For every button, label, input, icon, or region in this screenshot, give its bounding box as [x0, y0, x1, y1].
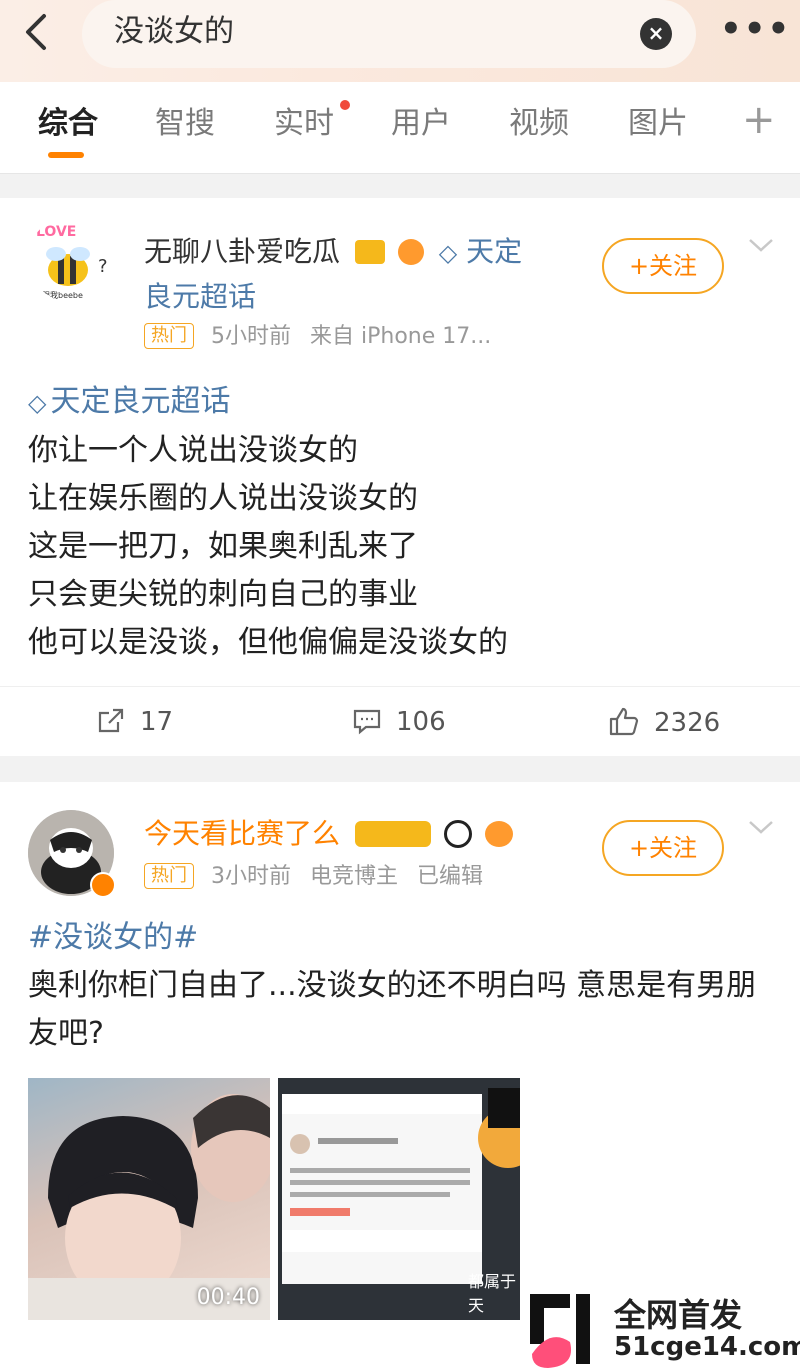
emoji-icon [397, 239, 424, 265]
top-bar: 没谈女的 × ••• [0, 0, 800, 82]
post-meta: 热门 3小时前 电竞博主 已编辑 [144, 862, 483, 892]
crown-icon [354, 240, 385, 264]
video-frame-image [28, 1094, 270, 1320]
follow-button[interactable]: +关注 [602, 820, 724, 876]
content-line: 这是一把刀，如果奥利乱来了 [28, 529, 418, 564]
diamond-icon: ◇ [28, 389, 47, 417]
post-actions: 17 106 2326 [0, 686, 800, 756]
emoji-icon [484, 821, 513, 847]
repost-button[interactable]: 17 [96, 705, 173, 739]
comment-icon [353, 709, 381, 735]
supertopic-link[interactable]: ◇ 天定良元超话 [28, 378, 772, 427]
post-card: ? LOVE 在跟我beebe 无聊八卦爱吃瓜 ◇ 天定良元超话 热门 5小时前… [0, 198, 800, 756]
repost-icon [98, 708, 124, 733]
svg-text:在跟我beebe: 在跟我beebe [34, 290, 83, 300]
author-name[interactable]: 今天看比赛了么 [144, 817, 340, 850]
video-duration: 00:40 [196, 1285, 260, 1310]
chevron-down-icon[interactable] [746, 236, 776, 256]
content-line: 让在娱乐圈的人说出没谈女的 [28, 481, 418, 516]
post-source: 来自 iPhone 17... [310, 324, 492, 349]
back-icon[interactable] [14, 10, 58, 54]
chevron-down-icon[interactable] [746, 818, 776, 838]
search-query[interactable]: 没谈女的 [114, 12, 234, 52]
edited-label: 已编辑 [417, 864, 484, 889]
svg-text:?: ? [98, 256, 108, 277]
like-count: 2326 [654, 708, 721, 738]
svg-text:LOVE: LOVE [36, 224, 76, 240]
comment-count: 106 [396, 707, 446, 737]
search-tabs: 综合 智搜 实时 用户 视频 图片 [0, 82, 800, 174]
watermark-url: 51cge14.com [614, 1332, 800, 1362]
content-line: 你让一个人说出没谈女的 [28, 433, 358, 468]
content-line: 他可以是没谈，但他偏偏是没谈女的 [28, 625, 508, 660]
tab-images[interactable]: 图片 [628, 104, 688, 144]
post-time: 3小时前 [211, 864, 291, 889]
hot-badge: 热门 [144, 863, 194, 889]
more-icon[interactable]: ••• [720, 12, 789, 54]
panda-icon [443, 820, 472, 848]
post-author[interactable]: 今天看比赛了么 [144, 812, 513, 856]
post-card: 今天看比赛了么 热门 3小时前 电竞博主 已编辑 +关注 #没谈女的# 奥利你柜… [0, 782, 800, 1370]
post-time: 5小时前 [211, 324, 291, 349]
thumbs-up-icon [609, 707, 639, 736]
tab-users[interactable]: 用户 [391, 104, 451, 144]
image-caption: 都属于天 [468, 1272, 517, 1315]
content-text: 奥利你柜门自由了...没谈女的还不明白吗 意思是有男朋友吧? [28, 968, 757, 1051]
follow-button[interactable]: +关注 [602, 238, 724, 294]
author-category: 电竞博主 [310, 864, 399, 889]
watermark-logo-icon [530, 1294, 590, 1368]
bee-avatar-icon: ? LOVE 在跟我beebe [34, 224, 108, 300]
video-thumbnail[interactable]: 00:40 [28, 1078, 270, 1320]
avatar[interactable]: ? LOVE 在跟我beebe [28, 216, 114, 302]
content-line: 只会更尖锐的刺向自己的事业 [28, 577, 418, 612]
like-button[interactable]: 2326 [608, 705, 720, 740]
post-content: #没谈女的# 奥利你柜门自由了...没谈女的还不明白吗 意思是有男朋友吧? [28, 914, 772, 1058]
clear-icon[interactable]: × [640, 18, 672, 50]
post-author[interactable]: 无聊八卦爱吃瓜 ◇ 天定良元超话 [144, 230, 544, 319]
realtime-badge-dot [340, 100, 350, 110]
tab-realtime[interactable]: 实时 [274, 104, 334, 144]
verified-icon [90, 872, 116, 898]
post-content: ◇ 天定良元超话 你让一个人说出没谈女的 让在娱乐圈的人说出没谈女的 这是一把刀，… [28, 378, 772, 667]
repost-count: 17 [140, 707, 174, 737]
search-bar[interactable]: 没谈女的 × [82, 0, 696, 68]
tab-comprehensive[interactable]: 综合 [38, 104, 98, 144]
hashtag-link[interactable]: #没谈女的# [28, 914, 772, 962]
add-tab-icon[interactable]: + [742, 100, 776, 140]
tab-smart-search[interactable]: 智搜 [155, 104, 215, 144]
diamond-icon: ◇ [438, 239, 458, 267]
hot-badge: 热门 [144, 323, 194, 349]
active-tab-indicator [48, 152, 84, 158]
post-meta: 热门 5小时前 来自 iPhone 17... [144, 322, 491, 352]
post-image[interactable]: 都属于天 [278, 1078, 520, 1320]
crown-level-icon [354, 821, 431, 847]
comment-button[interactable]: 106 [352, 705, 446, 739]
watermark: 全网首发 51cge14.com [530, 1290, 800, 1370]
tab-videos[interactable]: 视频 [509, 104, 569, 144]
watermark-title: 全网首发 [614, 1296, 743, 1334]
author-name[interactable]: 无聊八卦爱吃瓜 [144, 235, 340, 268]
